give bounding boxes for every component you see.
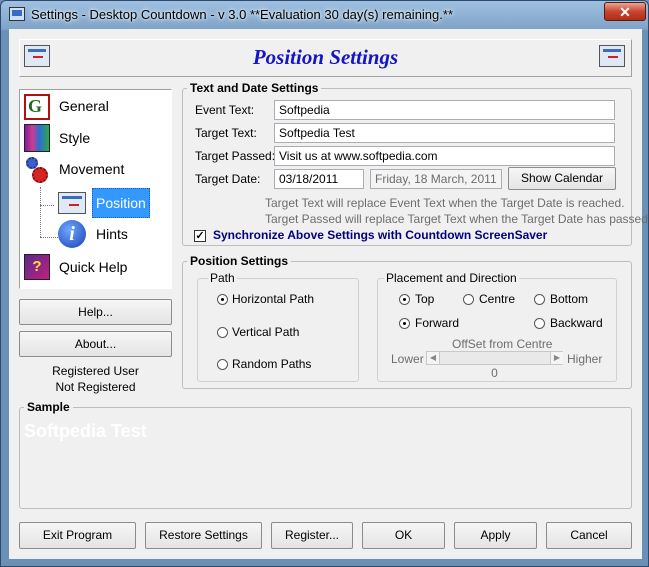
nav-item-position[interactable]: Position	[56, 188, 166, 218]
radio-label[interactable]: Horizontal Path	[232, 292, 314, 306]
ok-button[interactable]: OK	[362, 522, 445, 549]
close-button[interactable]: ✕	[604, 2, 646, 21]
sample-group: Sample Softpedia Test	[19, 400, 632, 509]
settings-window: Settings - Desktop Countdown - v 3.0 **E…	[0, 0, 649, 567]
group-title: Sample	[24, 400, 73, 414]
monitor-icon	[58, 192, 86, 214]
info-icon: i	[58, 220, 86, 248]
app-icon	[9, 7, 25, 21]
forward-radio[interactable]	[399, 318, 410, 329]
tree-line	[40, 187, 41, 237]
event-text-field[interactable]: Softpedia	[274, 100, 615, 120]
style-icon	[24, 124, 50, 152]
help-button[interactable]: Help...	[19, 299, 172, 325]
path-group: Path Horizontal Path Vertical Path Rando…	[197, 271, 359, 382]
scroll-right-arrow[interactable]: ▶	[550, 352, 563, 364]
cancel-button[interactable]: Cancel	[546, 522, 632, 549]
header-banner: Position Settings	[19, 39, 632, 77]
horizontal-path-radio[interactable]	[217, 294, 228, 305]
nav-label: General	[59, 98, 109, 114]
title-bar[interactable]: Settings - Desktop Countdown - v 3.0 **E…	[1, 1, 649, 29]
higher-label: Higher	[567, 352, 603, 366]
radio-label[interactable]: Centre	[479, 292, 515, 306]
nav-label: Position	[92, 188, 150, 218]
show-calendar-button[interactable]: Show Calendar	[508, 167, 616, 190]
placement-title: Placement and Direction	[384, 271, 519, 285]
target-text-field[interactable]: Softpedia Test	[274, 123, 615, 143]
nav-label: Movement	[59, 161, 125, 177]
offset-value: 0	[491, 366, 498, 380]
nav-item-quick-help[interactable]: ? Quick Help	[22, 253, 162, 283]
group-title: Position Settings	[187, 254, 292, 268]
group-title: Text and Date Settings	[187, 81, 322, 95]
offset-title: OffSet from Centre	[452, 337, 553, 351]
target-date-long: Friday, 18 March, 2011	[370, 169, 502, 189]
help-book-icon: ?	[24, 254, 50, 280]
target-text-label: Target Text:	[195, 126, 257, 140]
sync-label[interactable]: Synchronize Above Settings with Countdow…	[213, 228, 547, 242]
hint-text: Target Passed will replace Target Text w…	[265, 212, 649, 226]
monitor-icon	[599, 45, 625, 67]
radio-label[interactable]: Top	[415, 292, 434, 306]
offset-scrollbar[interactable]: ◀ ▶	[426, 351, 563, 365]
nav-label: Quick Help	[59, 259, 128, 275]
position-group: Position Settings Path Horizontal Path V…	[182, 254, 632, 389]
target-date-label: Target Date:	[195, 172, 261, 186]
radio-label[interactable]: Random Paths	[232, 357, 311, 371]
target-passed-label: Target Passed:	[195, 149, 276, 163]
nav-panel: G General Style Movement Position i Hint…	[19, 89, 172, 289]
general-icon: G	[24, 94, 50, 120]
page-title: Position Settings	[252, 45, 399, 69]
radio-label[interactable]: Backward	[550, 316, 603, 330]
backward-radio[interactable]	[534, 318, 545, 329]
event-text-label: Event Text:	[195, 103, 255, 117]
client-area: Position Settings G General Style Moveme…	[9, 29, 649, 559]
target-date-field[interactable]: 03/18/2011	[274, 169, 364, 189]
hint-text: Target Text will replace Event Text when…	[265, 196, 625, 210]
nav-item-style[interactable]: Style	[22, 123, 162, 153]
target-passed-field[interactable]: Visit us at www.softpedia.com	[274, 146, 615, 166]
nav-item-movement[interactable]: Movement	[22, 155, 162, 185]
sync-checkbox[interactable]: ✓	[194, 230, 206, 242]
window-title: Settings - Desktop Countdown - v 3.0 **E…	[31, 7, 453, 22]
bottom-radio[interactable]	[534, 294, 545, 305]
registration-status: Registered User	[52, 364, 139, 378]
top-radio[interactable]	[399, 294, 410, 305]
placement-group: Placement and Direction Top Centre Botto…	[377, 271, 617, 382]
lower-label: Lower	[391, 352, 424, 366]
nav-label: Style	[59, 130, 91, 146]
nav-label: Hints	[96, 226, 128, 242]
sample-text: Softpedia Test	[24, 421, 147, 441]
gears-icon	[24, 157, 54, 185]
radio-label[interactable]: Vertical Path	[232, 325, 299, 339]
centre-radio[interactable]	[463, 294, 474, 305]
registration-status: Not Registered	[55, 380, 136, 394]
path-title: Path	[208, 271, 237, 285]
radio-label[interactable]: Forward	[415, 316, 459, 330]
apply-button[interactable]: Apply	[454, 522, 537, 549]
vertical-path-radio[interactable]	[217, 327, 228, 338]
restore-settings-button[interactable]: Restore Settings	[145, 522, 262, 549]
exit-program-button[interactable]: Exit Program	[19, 522, 136, 549]
radio-label[interactable]: Bottom	[550, 292, 588, 306]
text-date-group: Text and Date Settings Event Text: Softp…	[182, 81, 649, 246]
nav-item-hints[interactable]: i Hints	[56, 220, 166, 250]
about-button[interactable]: About...	[19, 331, 172, 357]
random-paths-radio[interactable]	[217, 359, 228, 370]
register-button[interactable]: Register...	[271, 522, 353, 549]
tree-line	[40, 205, 54, 206]
nav-item-general[interactable]: G General	[22, 92, 162, 122]
scroll-left-arrow[interactable]: ◀	[427, 352, 440, 364]
